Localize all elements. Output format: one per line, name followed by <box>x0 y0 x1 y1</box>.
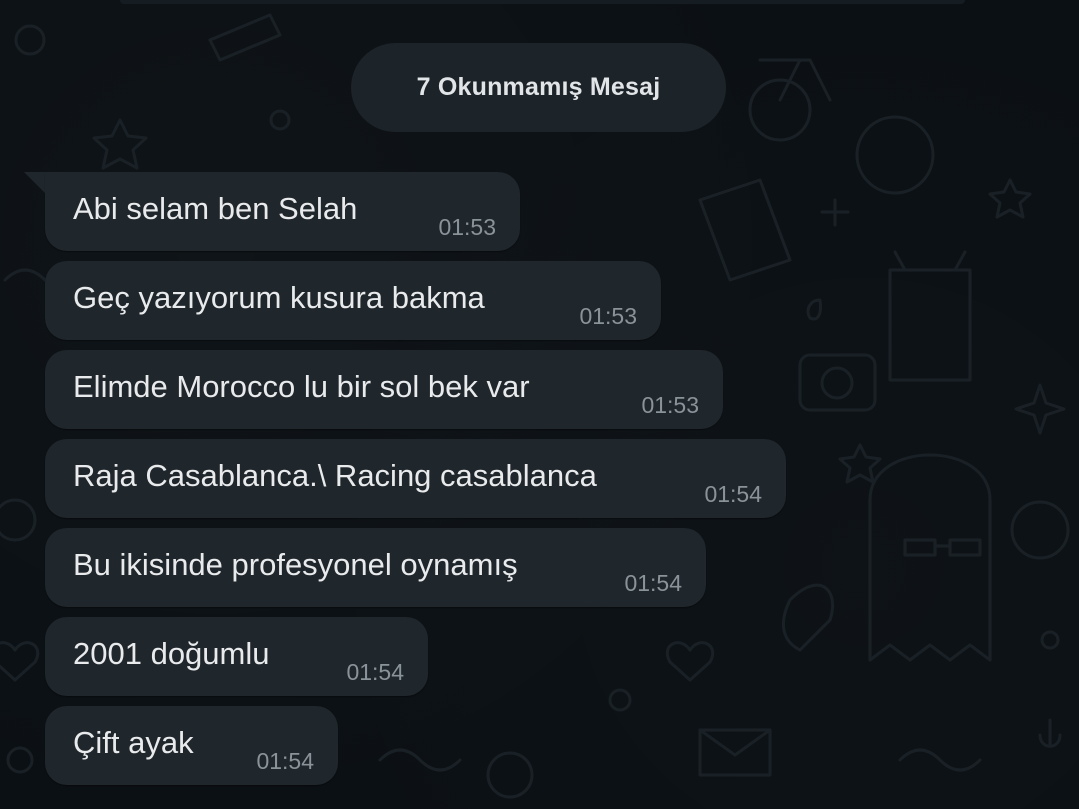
message-text: Geç yazıyorum kusura bakma <box>73 280 485 315</box>
message-bubble[interactable]: 2001 doğumlu 01:54 <box>45 617 428 696</box>
message-bubble[interactable]: Bu ikisinde profesyonel oynamış 01:54 <box>45 528 706 607</box>
message-time: 01:54 <box>624 570 682 596</box>
message-text: 2001 doğumlu <box>73 636 270 671</box>
message-time: 01:53 <box>438 214 496 240</box>
message-bubble[interactable]: Raja Casablanca.\ Racing casablanca 01:5… <box>45 439 786 518</box>
message-text: Raja Casablanca.\ Racing casablanca <box>73 458 597 493</box>
doodle-flower <box>486 751 534 799</box>
message-time: 01:53 <box>641 392 699 418</box>
message-bubble[interactable]: Geç yazıyorum kusura bakma 01:53 <box>45 261 661 340</box>
doodle-sparkle-2 <box>1014 383 1066 435</box>
doodle-circle-6 <box>1040 630 1060 650</box>
chat-background: 7 Okunmamış Mesaj Abi selam ben Selah 01… <box>0 0 1079 809</box>
message-text: Abi selam ben Selah <box>73 191 358 226</box>
doodle-camera <box>798 353 877 412</box>
doodle-rocket <box>781 583 835 652</box>
doodle-ghost <box>868 453 992 662</box>
doodle-sparkle-1 <box>820 198 850 227</box>
doodle-star-2 <box>988 178 1032 219</box>
message-time: 01:54 <box>704 481 762 507</box>
message-time: 01:54 <box>346 659 404 685</box>
doodle-mic <box>1038 718 1062 748</box>
doodle-circle-1 <box>14 24 46 56</box>
message-bubble[interactable]: Abi selam ben Selah 01:53 <box>45 172 520 251</box>
doodle-wheel-1 <box>748 78 812 142</box>
doodle-glasses <box>903 538 982 557</box>
doodle-circle-2 <box>269 109 291 131</box>
doodle-circle-5 <box>608 688 632 712</box>
message-bubble[interactable]: Çift ayak 01:54 <box>45 706 338 785</box>
doodle-pencil <box>208 13 282 62</box>
message-time: 01:53 <box>579 303 637 329</box>
doodle-wave-3 <box>898 748 982 772</box>
doodle-heart-2 <box>666 641 714 682</box>
doodle-star-3 <box>838 443 882 484</box>
doodle-heart-1 <box>0 641 39 682</box>
message-tail <box>24 172 46 194</box>
unread-messages-label: 7 Okunmamış Mesaj <box>416 73 661 101</box>
message-bubble[interactable]: Elimde Morocco lu bir sol bek var 01:53 <box>45 350 723 429</box>
doodle-wave-2 <box>378 748 462 772</box>
doodle-map <box>698 178 792 282</box>
doodle-circle-4 <box>6 746 34 774</box>
doodle-quote <box>806 298 822 321</box>
doodle-ball <box>1010 500 1070 560</box>
doodle-wheel-2 <box>855 115 935 195</box>
doodle-envelope <box>698 728 772 777</box>
doodle-camera-lens <box>820 366 854 400</box>
message-text: Çift ayak <box>73 725 194 760</box>
doodle-star-1 <box>92 118 148 170</box>
message-time: 01:54 <box>256 748 314 774</box>
unread-messages-banner: 7 Okunmamış Mesaj <box>351 43 726 132</box>
message-text: Bu ikisinde profesyonel oynamış <box>73 547 518 582</box>
previous-message-edge <box>120 0 965 4</box>
message-text: Elimde Morocco lu bir sol bek var <box>73 369 530 404</box>
doodle-circle-3 <box>0 498 37 542</box>
doodle-android <box>888 250 972 382</box>
